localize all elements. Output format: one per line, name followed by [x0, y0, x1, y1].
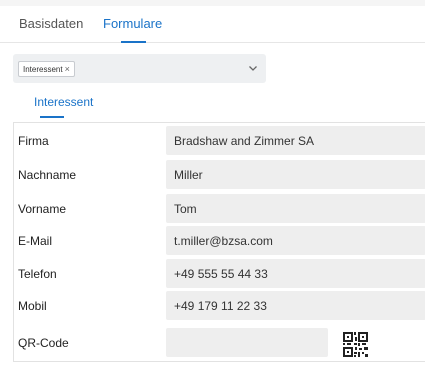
- tab-basisdaten[interactable]: Basisdaten: [19, 16, 83, 31]
- active-tab-indicator: [121, 41, 146, 43]
- form-row-nachname: Nachname: [14, 158, 425, 190]
- subtab-interessent[interactable]: Interessent: [34, 95, 93, 109]
- field-label: E-Mail: [18, 234, 53, 248]
- tab-formulare[interactable]: Formulare: [103, 16, 162, 31]
- form-row-mobil: Mobil: [14, 289, 425, 321]
- vorname-field[interactable]: [166, 194, 425, 223]
- chip-remove-icon[interactable]: ×: [65, 64, 70, 74]
- field-label: Firma: [18, 134, 49, 148]
- qr-code-field[interactable]: [166, 328, 328, 357]
- selected-form-chip: Interessent ×: [18, 61, 75, 77]
- chip-label: Interessent: [23, 65, 63, 74]
- form-select[interactable]: Interessent ×: [13, 54, 266, 83]
- firma-field[interactable]: [166, 126, 425, 155]
- field-label: Mobil: [18, 299, 47, 313]
- contact-form: Firma Nachname Vorname E-Mail Telefon Mo…: [13, 122, 425, 362]
- tab-bar: Basisdaten Formulare: [0, 6, 425, 43]
- field-label: QR-Code: [18, 336, 69, 350]
- nachname-field[interactable]: [166, 160, 425, 189]
- telefon-field[interactable]: [166, 259, 425, 288]
- field-label: Vorname: [18, 202, 67, 216]
- form-row-qr-code: QR-Code: [14, 326, 425, 358]
- active-subtab-indicator: [40, 116, 64, 118]
- field-label: Telefon: [18, 267, 57, 281]
- mobil-field[interactable]: [166, 291, 425, 320]
- email-field[interactable]: [166, 226, 425, 255]
- form-row-email: E-Mail: [14, 224, 425, 256]
- chevron-down-icon[interactable]: [247, 62, 259, 74]
- field-label: Nachname: [18, 168, 77, 182]
- qr-code-icon[interactable]: [343, 332, 368, 357]
- form-row-vorname: Vorname: [14, 192, 425, 224]
- form-row-firma: Firma: [14, 124, 425, 156]
- form-row-telefon: Telefon: [14, 257, 425, 289]
